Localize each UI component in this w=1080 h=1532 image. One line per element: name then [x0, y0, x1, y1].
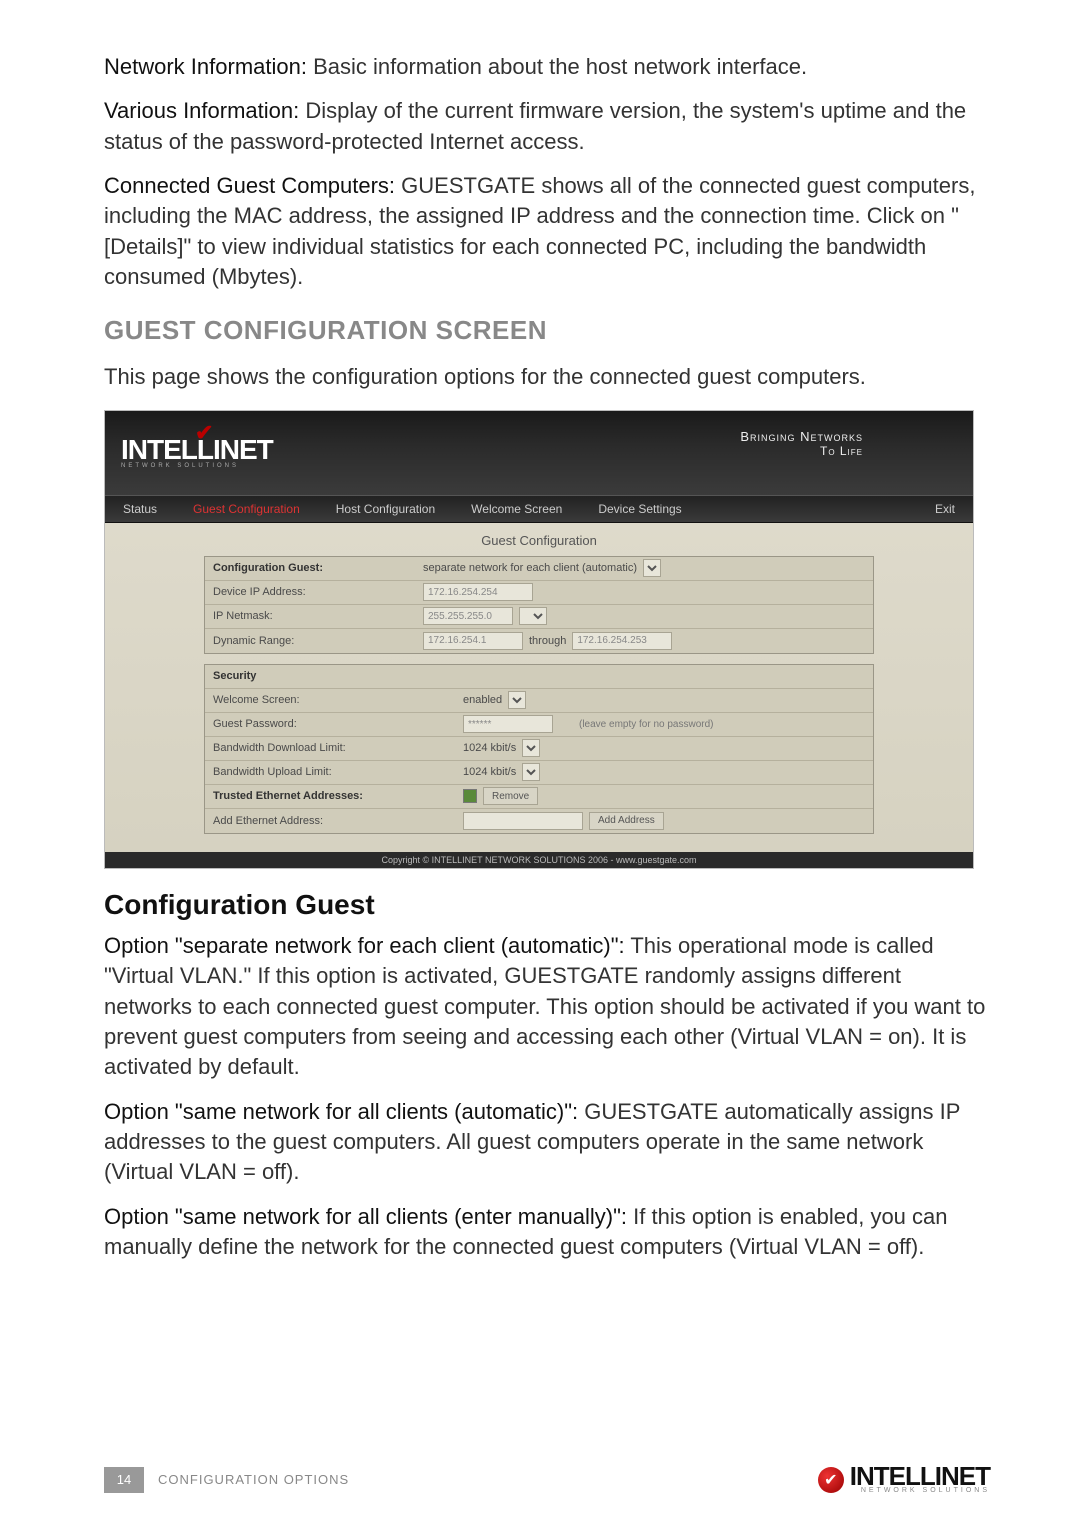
config-guest-value: separate network for each client (automa…: [423, 562, 637, 574]
tagline-2: To Life: [740, 444, 863, 458]
page-num-box: 14 CONFIGURATION OPTIONS: [104, 1467, 349, 1493]
row-bw-download: Bandwidth Download Limit: 1024 kbit/s: [205, 737, 873, 761]
label: Bandwidth Upload Limit:: [213, 766, 423, 778]
row-guest-password: Guest Password: (leave empty for no pass…: [205, 713, 873, 737]
body: Basic information about the host network…: [307, 54, 807, 79]
row-bw-upload: Bandwidth Upload Limit: 1024 kbit/s: [205, 761, 873, 785]
lead: Option "separate network for each client…: [104, 933, 625, 958]
label: Bandwidth Download Limit:: [213, 742, 423, 754]
tagline: Bringing Networks To Life: [740, 429, 863, 458]
nav-device-settings[interactable]: Device Settings: [580, 496, 699, 522]
label: Guest Password:: [213, 718, 423, 730]
label: Welcome Screen:: [213, 694, 423, 706]
para-connected-guest: Connected Guest Computers: GUESTGATE sho…: [104, 171, 990, 292]
heading-guest-config-screen: GUEST CONFIGURATION SCREEN: [104, 315, 990, 346]
bwdown-select[interactable]: [522, 739, 540, 757]
trusted-checkbox[interactable]: [463, 789, 477, 803]
lead: Option "same network for all clients (en…: [104, 1204, 627, 1229]
netmask-select[interactable]: [519, 607, 547, 625]
row-ip-netmask: IP Netmask:: [205, 605, 873, 629]
bwup-select[interactable]: [522, 763, 540, 781]
nav-guest-config[interactable]: Guest Configuration: [175, 496, 318, 522]
para-option-same-auto: Option "same network for all clients (au…: [104, 1097, 990, 1188]
ui-header: ✔ INTELLINET NETWORK SOLUTIONS Bringing …: [105, 411, 973, 495]
security-header: Security: [213, 670, 423, 682]
panel-title: Guest Configuration: [119, 533, 959, 548]
heading-configuration-guest: Configuration Guest: [104, 889, 990, 921]
config-guest-select[interactable]: [643, 559, 661, 577]
dynrange-from-input[interactable]: [423, 632, 523, 650]
guest-password-input[interactable]: [463, 715, 553, 733]
brand-name: INTELLINET: [850, 1461, 990, 1491]
brand-footer: ✔ INTELLINET NETWORK SOLUTIONS: [818, 1466, 990, 1494]
nav-host-config[interactable]: Host Configuration: [318, 496, 453, 522]
page-section-label: CONFIGURATION OPTIONS: [158, 1472, 349, 1487]
security-grid: Security Welcome Screen: enabled Guest P…: [204, 664, 874, 834]
device-ip-input[interactable]: [423, 583, 533, 601]
para-option-same-manual: Option "same network for all clients (en…: [104, 1202, 990, 1263]
welcome-value: enabled: [463, 694, 502, 706]
dynrange-to-input[interactable]: [572, 632, 672, 650]
remove-button[interactable]: Remove: [483, 787, 538, 805]
para-network-info: Network Information: Basic information a…: [104, 52, 990, 82]
row-trusted-eth: Trusted Ethernet Addresses: Remove: [205, 785, 873, 809]
nav-bar: Status Guest Configuration Host Configur…: [105, 495, 973, 523]
nav-welcome-screen[interactable]: Welcome Screen: [453, 496, 580, 522]
add-eth-input[interactable]: [463, 812, 583, 830]
row-config-guest: Configuration Guest: separate network fo…: [205, 557, 873, 581]
logo: ✔ INTELLINET NETWORK SOLUTIONS: [121, 437, 273, 470]
para-guest-config-intro: This page shows the configuration option…: [104, 362, 990, 392]
brand-check-icon: ✔: [818, 1467, 844, 1493]
row-add-eth: Add Ethernet Address: Add Address: [205, 809, 873, 833]
lead: Various Information:: [104, 98, 299, 123]
page-number: 14: [104, 1467, 144, 1493]
tagline-1: Bringing Networks: [740, 429, 863, 444]
row-dynamic-range: Dynamic Range: through: [205, 629, 873, 653]
row-security-header: Security: [205, 665, 873, 689]
ui-footer: Copyright © INTELLINET NETWORK SOLUTIONS…: [105, 852, 973, 868]
para-various-info: Various Information: Display of the curr…: [104, 96, 990, 157]
nav-status[interactable]: Status: [105, 496, 175, 522]
nav-exit[interactable]: Exit: [917, 496, 973, 522]
label: Configuration Guest:: [213, 562, 423, 574]
add-address-button[interactable]: Add Address: [589, 812, 664, 830]
lead: Connected Guest Computers:: [104, 173, 395, 198]
label: Trusted Ethernet Addresses:: [213, 790, 423, 802]
config-grid: Configuration Guest: separate network fo…: [204, 556, 874, 654]
label: IP Netmask:: [213, 610, 423, 622]
row-welcome-screen: Welcome Screen: enabled: [205, 689, 873, 713]
label: Dynamic Range:: [213, 635, 423, 647]
ui-body: Guest Configuration Configuration Guest:…: [105, 523, 973, 852]
row-device-ip: Device IP Address:: [205, 581, 873, 605]
brand-text: INTELLINET NETWORK SOLUTIONS: [850, 1466, 990, 1494]
para-option-separate: Option "separate network for each client…: [104, 931, 990, 1083]
bwdown-value: 1024 kbit/s: [463, 742, 516, 754]
guestgate-ui: ✔ INTELLINET NETWORK SOLUTIONS Bringing …: [104, 410, 974, 869]
page-footer: 14 CONFIGURATION OPTIONS ✔ INTELLINET NE…: [104, 1466, 990, 1494]
label: Device IP Address:: [213, 586, 423, 598]
guest-password-note: (leave empty for no password): [579, 719, 714, 730]
netmask-input[interactable]: [423, 607, 513, 625]
brand-sub: NETWORK SOLUTIONS: [850, 1488, 990, 1494]
check-icon: ✔: [195, 423, 212, 443]
through-label: through: [529, 635, 566, 647]
lead: Option "same network for all clients (au…: [104, 1099, 578, 1124]
bwup-value: 1024 kbit/s: [463, 766, 516, 778]
welcome-select[interactable]: [508, 691, 526, 709]
lead: Network Information:: [104, 54, 307, 79]
label: Add Ethernet Address:: [213, 815, 423, 827]
